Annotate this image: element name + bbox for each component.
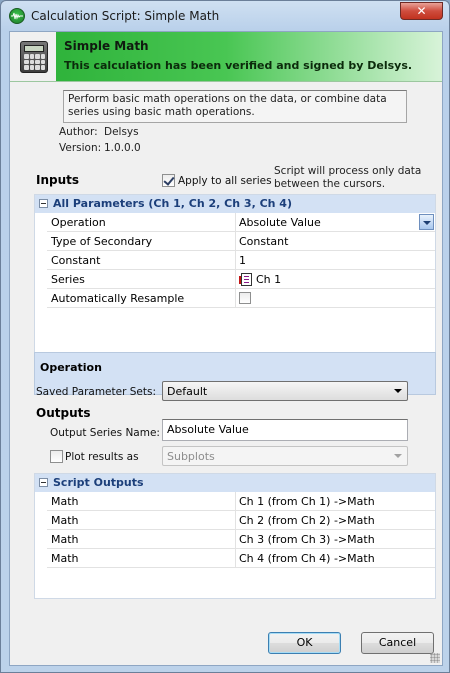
window-title: Calculation Script: Simple Math: [31, 9, 220, 23]
output-row[interactable]: Math Ch 4 (from Ch 4) ->Math: [47, 549, 435, 568]
author-value: Delsys: [104, 126, 139, 138]
ok-button[interactable]: OK: [268, 632, 341, 654]
param-row-type-of-secondary[interactable]: Type of Secondary Constant: [47, 232, 435, 251]
param-row-constant[interactable]: Constant 1: [47, 251, 435, 270]
inputs-heading: Inputs: [36, 173, 80, 187]
apply-all-checkbox[interactable]: [162, 174, 175, 187]
plot-results-checkbox[interactable]: [50, 450, 63, 463]
resize-grip-icon[interactable]: [430, 653, 440, 663]
operation-value[interactable]: Absolute Value: [239, 216, 321, 229]
verification-status: This calculation has been verified and s…: [64, 59, 413, 72]
output-series-name-input[interactable]: Absolute Value: [162, 419, 408, 441]
close-button[interactable]: ✕: [400, 2, 443, 20]
calculator-icon: [20, 41, 48, 73]
author-label: Author:: [59, 126, 98, 138]
plot-results-label[interactable]: Plot results as: [65, 451, 139, 463]
parameters-group-title: All Parameters (Ch 1, Ch 2, Ch 3, Ch 4): [53, 197, 292, 210]
param-row-operation[interactable]: Operation Absolute Value: [47, 213, 435, 232]
param-row-series[interactable]: Series Ch 1: [47, 270, 435, 289]
auto-resample-checkbox[interactable]: [239, 292, 251, 304]
app-icon: [9, 8, 25, 24]
close-icon: ✕: [416, 4, 427, 18]
series-icon: [239, 273, 252, 286]
dialog-client: Simple Math This calculation has been ve…: [9, 31, 443, 666]
collapse-icon[interactable]: [39, 478, 48, 487]
output-row[interactable]: Math Ch 3 (from Ch 3) ->Math: [47, 530, 435, 549]
output-row[interactable]: Math Ch 1 (from Ch 1) ->Math: [47, 492, 435, 511]
output-row[interactable]: Math Ch 2 (from Ch 2) ->Math: [47, 511, 435, 530]
cursor-note: Script will process only data between th…: [274, 165, 422, 190]
parameter-description-title: Operation: [40, 361, 102, 374]
script-description: Perform basic math operations on the dat…: [63, 90, 407, 123]
saved-sets-label: Saved Parameter Sets:: [36, 386, 156, 398]
output-series-name-label: Output Series Name:: [50, 427, 160, 439]
parameters-grid: All Parameters (Ch 1, Ch 2, Ch 3, Ch 4) …: [34, 194, 436, 366]
script-header: Simple Math This calculation has been ve…: [10, 32, 442, 82]
dialog-window: Calculation Script: Simple Math ✕ Simple…: [0, 0, 450, 673]
saved-sets-dropdown[interactable]: Default: [162, 381, 408, 401]
chevron-down-icon: [394, 454, 402, 458]
version-value: 1.0.0.0: [104, 142, 141, 154]
operation-dropdown-button[interactable]: [419, 214, 434, 230]
chevron-down-icon: [394, 389, 402, 393]
collapse-icon[interactable]: [39, 199, 48, 208]
apply-all-label[interactable]: Apply to all series: [178, 175, 272, 187]
script-outputs-title: Script Outputs: [53, 476, 144, 489]
title-bar[interactable]: Calculation Script: Simple Math ✕: [1, 1, 449, 31]
outputs-heading: Outputs: [36, 406, 91, 420]
script-outputs-group-header[interactable]: Script Outputs: [35, 474, 435, 492]
version-label: Version:: [59, 142, 102, 154]
parameters-group-header[interactable]: All Parameters (Ch 1, Ch 2, Ch 3, Ch 4): [35, 195, 435, 213]
plot-mode-dropdown[interactable]: Subplots: [162, 446, 408, 466]
script-title: Simple Math: [64, 39, 149, 53]
script-outputs-grid: Script Outputs Math Ch 1 (from Ch 1) ->M…: [34, 473, 436, 599]
cancel-button[interactable]: Cancel: [361, 632, 434, 654]
param-row-auto-resample[interactable]: Automatically Resample: [47, 289, 435, 308]
